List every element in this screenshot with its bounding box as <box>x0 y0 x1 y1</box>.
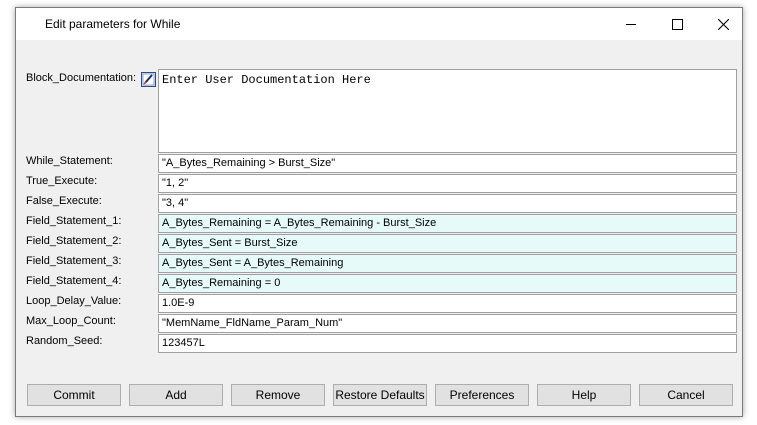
field-statement-4-label: Field_Statement_4: <box>26 275 122 287</box>
maximize-icon <box>671 18 683 30</box>
field-statement-2-field[interactable]: A_Bytes_Sent = Burst_Size <box>158 234 737 253</box>
field-statement-2-label: Field_Statement_2: <box>26 235 122 247</box>
cancel-button[interactable]: Cancel <box>639 384 733 406</box>
help-button[interactable]: Help <box>537 384 631 406</box>
block-documentation-textarea[interactable]: Enter User Documentation Here <box>158 69 737 153</box>
true-execute-field[interactable]: "1, 2" <box>158 174 737 193</box>
false-execute-field[interactable]: "3, 4" <box>158 194 737 213</box>
maximize-button[interactable] <box>654 8 700 40</box>
field-statement-4-field[interactable]: A_Bytes_Remaining = 0 <box>158 274 737 293</box>
minimize-button[interactable] <box>608 8 654 40</box>
true-execute-label: True_Execute: <box>26 175 98 187</box>
loop-delay-value-label: Loop_Delay_Value: <box>26 295 122 307</box>
minimize-icon <box>626 24 636 25</box>
random-seed-field[interactable]: 123457L <box>158 334 737 353</box>
loop-delay-value-field[interactable]: 1.0E-9 <box>158 294 737 313</box>
window-title: Edit parameters for While <box>45 17 181 31</box>
close-button[interactable] <box>700 8 746 40</box>
edit-document-icon[interactable] <box>141 72 156 87</box>
field-statement-3-label: Field_Statement_3: <box>26 255 122 267</box>
close-icon <box>717 18 729 30</box>
field-statement-1-label: Field_Statement_1: <box>26 215 122 227</box>
add-button[interactable]: Add <box>129 384 223 406</box>
random-seed-label: Random_Seed: <box>26 335 103 347</box>
max-loop-count-label: Max_Loop_Count: <box>26 315 116 327</box>
title-bar: Edit parameters for While <box>16 8 742 40</box>
max-loop-count-field[interactable]: "MemName_FldName_Param_Num" <box>158 314 737 333</box>
field-statement-1-field[interactable]: A_Bytes_Remaining = A_Bytes_Remaining - … <box>158 214 737 233</box>
while-statement-field[interactable]: "A_Bytes_Remaining > Burst_Size" <box>158 154 737 173</box>
remove-button[interactable]: Remove <box>231 384 325 406</box>
false-execute-label: False_Execute: <box>26 195 102 207</box>
commit-button[interactable]: Commit <box>27 384 121 406</box>
field-statement-3-field[interactable]: A_Bytes_Sent = A_Bytes_Remaining <box>158 254 737 273</box>
edit-parameters-dialog: Edit parameters for While Block_Document… <box>15 7 743 417</box>
restore-defaults-button[interactable]: Restore Defaults <box>333 384 427 406</box>
block-documentation-label: Block_Documentation: <box>26 72 137 84</box>
preferences-button[interactable]: Preferences <box>435 384 529 406</box>
while-statement-label: While_Statement: <box>26 155 113 167</box>
